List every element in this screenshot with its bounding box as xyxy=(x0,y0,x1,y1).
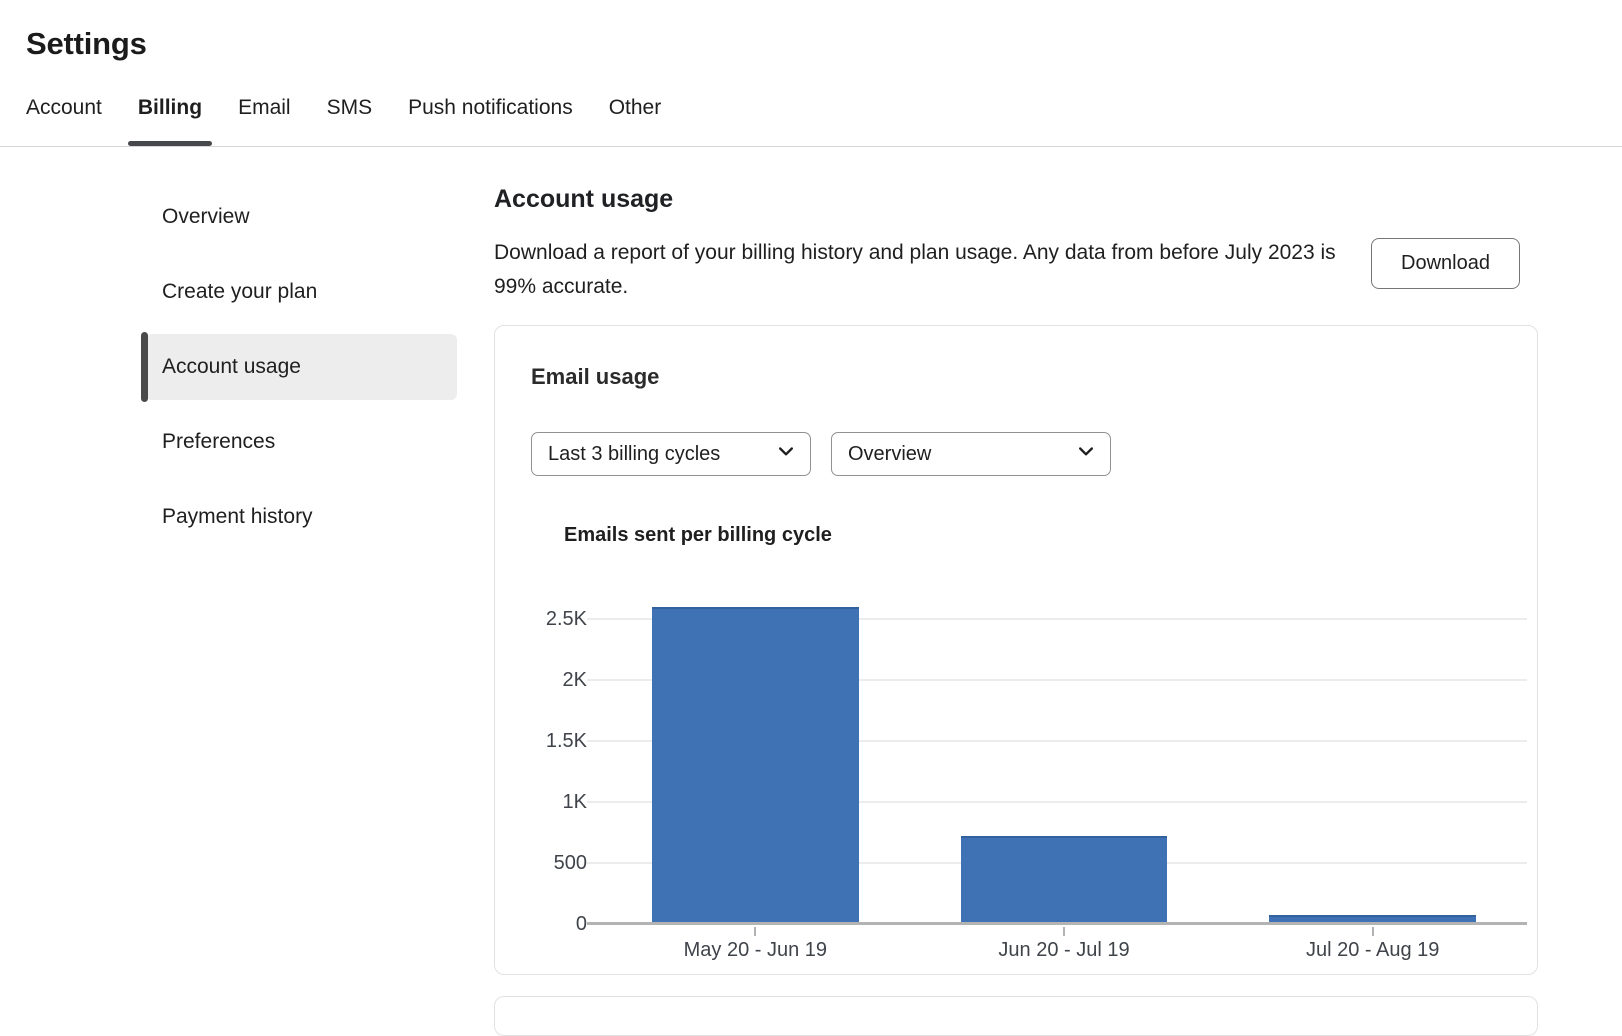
next-card-top-edge xyxy=(494,996,1538,1036)
chart-x-axis: May 20 - Jun 19Jun 20 - Jul 19Jul 20 - A… xyxy=(601,939,1527,962)
email-usage-chart: Emails sent per billing cycle 0 500 1K 1.5K… xyxy=(531,524,1527,962)
x-axis-tick xyxy=(754,927,756,936)
sidebar-item-payment-history[interactable]: Payment history xyxy=(146,484,457,550)
billing-cycles-select-value: Last 3 billing cycles xyxy=(548,443,720,466)
x-axis-tick-label: Jul 20 - Aug 19 xyxy=(1218,939,1527,962)
chart-filters: Last 3 billing cycles Overview xyxy=(531,432,1527,476)
sidebar-item-create-your-plan[interactable]: Create your plan xyxy=(146,259,457,325)
chevron-down-icon xyxy=(776,441,796,467)
billing-sidebar: Overview Create your plan Account usage … xyxy=(141,147,457,1036)
billing-cycles-select[interactable]: Last 3 billing cycles xyxy=(531,432,811,476)
section-description: Download a report of your billing histor… xyxy=(494,236,1356,304)
settings-page: Settings Account Billing Email SMS Push … xyxy=(0,26,1622,1036)
x-axis-tick-label: May 20 - Jun 19 xyxy=(601,939,910,962)
y-axis-tick-label: 2K xyxy=(563,669,587,692)
sidebar-item-overview[interactable]: Overview xyxy=(146,184,457,250)
download-button[interactable]: Download xyxy=(1371,238,1520,289)
bar[interactable] xyxy=(961,836,1168,924)
y-axis-tick-label: 0 xyxy=(576,913,587,936)
view-select[interactable]: Overview xyxy=(831,432,1111,476)
tab-account[interactable]: Account xyxy=(26,95,102,146)
bar[interactable] xyxy=(652,607,859,924)
email-usage-card: Email usage Last 3 billing cycles Overvi… xyxy=(494,325,1538,975)
x-axis-tick xyxy=(1372,927,1374,936)
y-axis-tick-label: 1.5K xyxy=(546,730,587,753)
section-title: Account usage xyxy=(494,185,1538,214)
tab-email[interactable]: Email xyxy=(238,95,291,146)
tab-other[interactable]: Other xyxy=(609,95,662,146)
y-axis-tick-label: 2.5K xyxy=(546,608,587,631)
settings-tabs: Account Billing Email SMS Push notificat… xyxy=(26,95,1622,146)
view-select-value: Overview xyxy=(848,443,931,466)
page-title: Settings xyxy=(26,26,1622,62)
x-axis-tick xyxy=(1063,927,1065,936)
x-axis-tick-label: Jun 20 - Jul 19 xyxy=(910,939,1219,962)
chevron-down-icon xyxy=(1076,441,1096,467)
y-axis-tick-label: 500 xyxy=(554,852,587,875)
sidebar-item-preferences[interactable]: Preferences xyxy=(146,409,457,475)
y-axis-tick-label: 1K xyxy=(563,791,587,814)
sidebar-item-account-usage[interactable]: Account usage xyxy=(146,334,457,400)
x-axis-baseline xyxy=(587,922,1527,925)
tab-push-notifications[interactable]: Push notifications xyxy=(408,95,573,146)
account-usage-section: Account usage Download a report of your … xyxy=(457,147,1622,1036)
tab-billing[interactable]: Billing xyxy=(138,95,202,146)
tab-sms[interactable]: SMS xyxy=(327,95,373,146)
chart-title: Emails sent per billing cycle xyxy=(564,524,1527,547)
email-usage-title: Email usage xyxy=(531,364,1527,390)
chart-plot xyxy=(601,587,1527,924)
chart-y-axis: 05001K1.5K2K2.5K xyxy=(531,587,601,924)
